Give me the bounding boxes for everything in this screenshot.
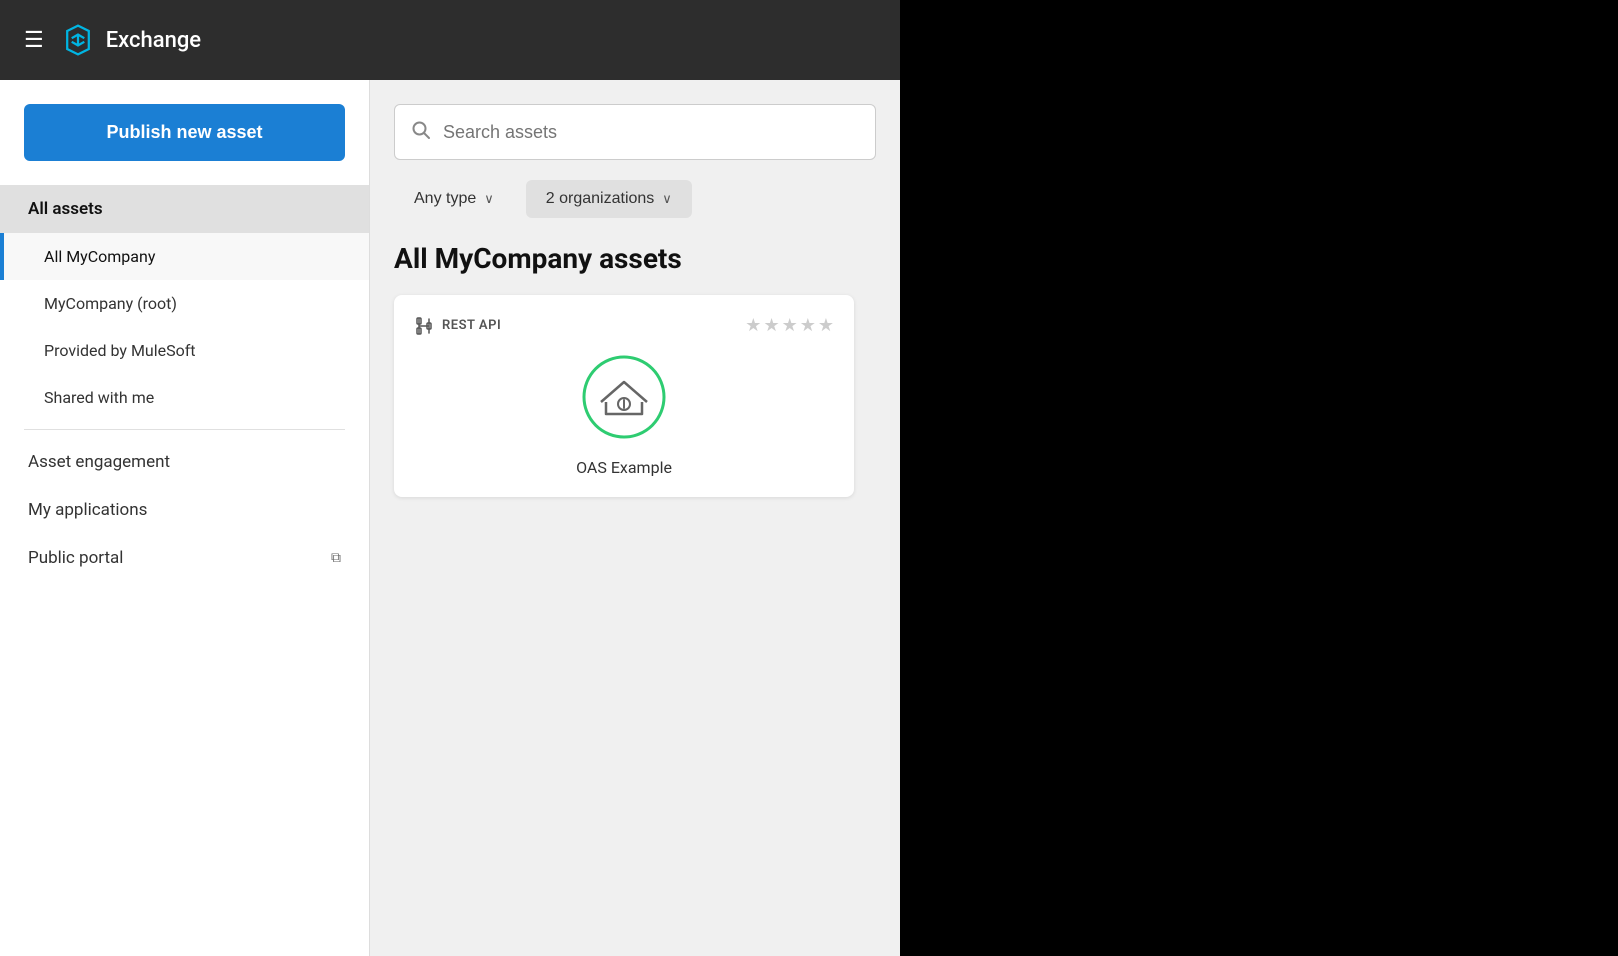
sidebar-item-my-applications[interactable]: My applications	[0, 486, 369, 534]
sidebar-item-public-portal[interactable]: Public portal ⧉	[0, 534, 369, 582]
sidebar-divider-1	[24, 429, 345, 430]
publish-new-asset-button[interactable]: Publish new asset	[24, 104, 345, 161]
sidebar-item-my-applications-label: My applications	[28, 500, 147, 520]
app-title: Exchange	[106, 28, 201, 53]
logo-container: Exchange	[60, 22, 201, 58]
card-header: REST API ★ ★ ★ ★ ★	[414, 315, 834, 336]
star-1: ★	[745, 315, 761, 336]
card-type: REST API	[414, 316, 501, 336]
type-filter-button[interactable]: Any type ∨	[394, 180, 514, 218]
star-4: ★	[800, 315, 816, 336]
sidebar-item-provided-by-mulesoft[interactable]: Provided by MuleSoft	[0, 327, 369, 374]
sidebar-item-asset-engagement-label: Asset engagement	[28, 452, 170, 472]
sidebar-item-all-mycompany-label: All MyCompany	[44, 247, 155, 266]
sidebar-item-shared-with-me[interactable]: Shared with me	[0, 374, 369, 421]
org-filter-button[interactable]: 2 organizations ∨	[526, 180, 692, 218]
card-type-label: REST API	[442, 318, 501, 333]
card-name: OAS Example	[414, 458, 834, 477]
sidebar-item-shared-with-me-label: Shared with me	[44, 388, 154, 407]
exchange-logo-icon	[60, 22, 96, 58]
org-filter-label: 2 organizations	[546, 190, 655, 208]
sidebar-item-provided-by-mulesoft-label: Provided by MuleSoft	[44, 341, 196, 360]
sidebar-item-mycompany-root-label: MyCompany (root)	[44, 294, 177, 313]
type-filter-chevron-icon: ∨	[484, 191, 494, 207]
sidebar-item-all-mycompany[interactable]: All MyCompany	[0, 233, 369, 280]
content-area: Any type ∨ 2 organizations ∨ All MyCompa…	[370, 80, 900, 956]
sidebar-item-public-portal-label: Public portal	[28, 548, 123, 568]
section-title: All MyCompany assets	[394, 242, 876, 275]
type-filter-label: Any type	[414, 190, 476, 208]
search-input[interactable]	[443, 122, 859, 143]
star-5: ★	[818, 315, 834, 336]
asset-card[interactable]: REST API ★ ★ ★ ★ ★	[394, 295, 854, 497]
sidebar-item-mycompany-root[interactable]: MyCompany (root)	[0, 280, 369, 327]
sidebar: Publish new asset All assets All MyCompa…	[0, 80, 370, 956]
main-container: Publish new asset All assets All MyCompa…	[0, 80, 900, 956]
hamburger-icon[interactable]: ☰	[24, 28, 44, 53]
org-filter-chevron-icon: ∨	[662, 191, 672, 207]
search-icon	[411, 120, 431, 145]
star-2: ★	[763, 315, 779, 336]
stars-rating: ★ ★ ★ ★ ★	[745, 315, 834, 336]
sidebar-item-all-assets-label: All assets	[28, 199, 103, 219]
star-3: ★	[782, 315, 798, 336]
filters-row: Any type ∨ 2 organizations ∨	[394, 180, 876, 218]
card-logo	[414, 352, 834, 442]
external-link-icon: ⧉	[331, 550, 341, 566]
rest-api-icon	[414, 316, 434, 336]
sidebar-item-asset-engagement[interactable]: Asset engagement	[0, 438, 369, 486]
navbar: ☰ Exchange	[0, 0, 900, 80]
sidebar-item-all-assets[interactable]: All assets	[0, 185, 369, 233]
oas-logo-icon	[579, 352, 669, 442]
search-bar	[394, 104, 876, 160]
